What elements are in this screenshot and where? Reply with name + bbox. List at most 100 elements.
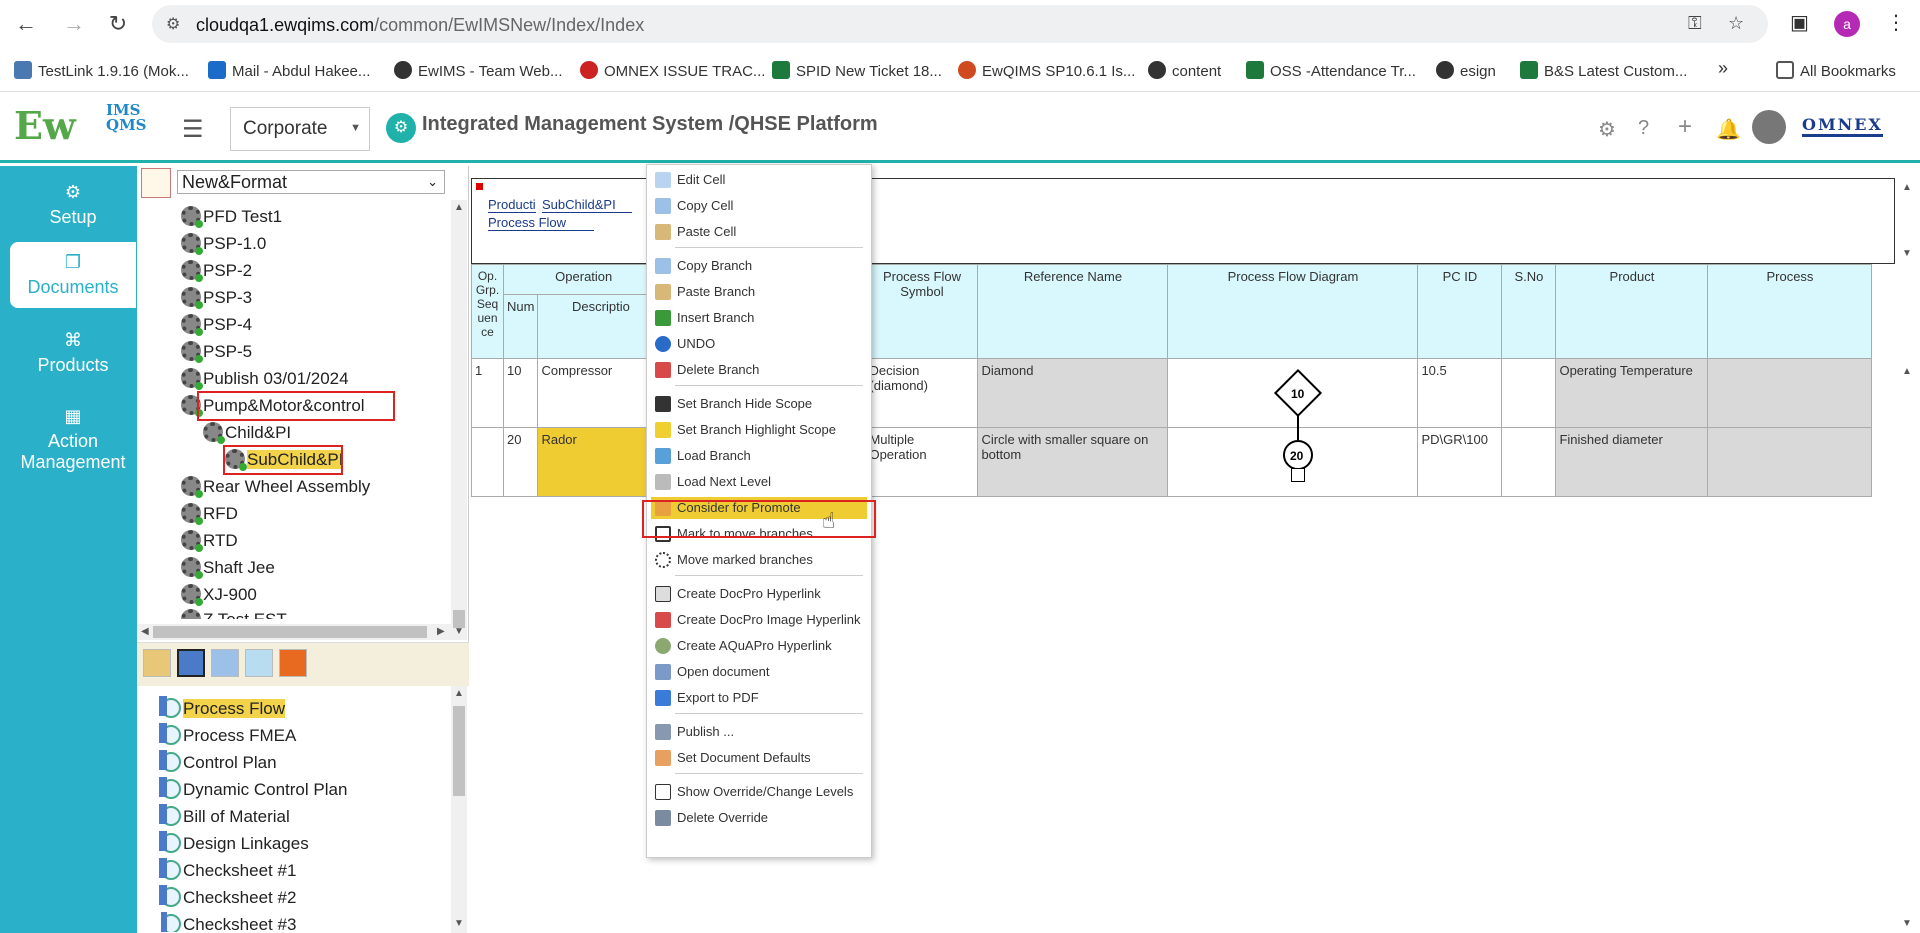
reload-icon[interactable]: ↻	[104, 10, 132, 38]
menu-item-docpro-hyperlink[interactable]: Create DocPro Hyperlink	[651, 583, 867, 605]
bookmark-bs[interactable]: B&S Latest Custom...	[1520, 61, 1687, 80]
document-type-icon[interactable]	[143, 649, 171, 677]
scroll-up-icon[interactable]: ▲	[454, 688, 464, 699]
scroll-down-icon[interactable]: ▼	[1902, 248, 1912, 259]
tree-item[interactable]: Z Test EST	[181, 609, 287, 619]
doc-item[interactable]: Process FMEA	[159, 723, 296, 749]
scroll-thumb[interactable]	[153, 626, 427, 638]
nav-products[interactable]: ⌘ Products	[10, 326, 136, 386]
tree-item[interactable]: PSP-3	[181, 285, 252, 311]
user-avatar[interactable]	[1752, 110, 1786, 144]
scroll-up-icon[interactable]: ▲	[1902, 366, 1912, 377]
header-tab-process-flow[interactable]: Process Flow	[488, 215, 594, 231]
help-icon[interactable]: ?	[1638, 117, 1649, 140]
tree-scrollbar[interactable]: ▲ ▼	[451, 200, 467, 640]
cell-sno[interactable]	[1501, 358, 1557, 428]
menu-item-override-levels[interactable]: Show Override/Change Levels	[651, 781, 867, 803]
fmea-type-icon[interactable]	[211, 649, 239, 677]
menu-item-load-branch[interactable]: Load Branch	[651, 445, 867, 467]
cell-reference[interactable]: Diamond	[977, 358, 1169, 428]
scroll-down-icon[interactable]: ▼	[454, 918, 464, 929]
bookmark-oss[interactable]: OSS -Attendance Tr...	[1246, 61, 1416, 80]
doc-item[interactable]: Dynamic Control Plan	[159, 777, 347, 803]
site-info-icon[interactable]: ⚙	[166, 14, 180, 34]
tree-item[interactable]: RTD	[181, 528, 238, 554]
bookmark-ewqims[interactable]: EwQIMS SP10.6.1 Is...	[958, 61, 1135, 80]
bookmark-content[interactable]: content	[1148, 61, 1221, 80]
grid-scrollbar[interactable]: ▲ ▼	[1899, 362, 1915, 933]
forward-icon[interactable]: →	[60, 10, 88, 38]
tree-item[interactable]: PSP-5	[181, 339, 252, 365]
menu-icon[interactable]: ⋮	[1886, 10, 1906, 35]
cell-pcid[interactable]: 10.5	[1417, 358, 1503, 428]
doc-item[interactable]: Bill of Material	[159, 804, 290, 830]
scroll-right-icon[interactable]: ▶	[437, 626, 445, 637]
cell-pcid[interactable]: PD\GR\100	[1417, 427, 1503, 497]
header-tab-product[interactable]: Producti	[488, 197, 536, 213]
tree-hscrollbar[interactable]: ◀ ▶	[137, 624, 451, 640]
doc-item[interactable]: Checksheet #1	[159, 858, 296, 884]
more-bookmarks-icon[interactable]: »	[1718, 58, 1728, 79]
doc-item[interactable]: Checksheet #2	[159, 885, 296, 911]
cell-num[interactable]: 10	[502, 358, 539, 428]
bookmark-esign[interactable]: esign	[1436, 61, 1496, 80]
header-scrollbar[interactable]: ▲ ▼	[1899, 178, 1915, 264]
menu-item-highlight-scope[interactable]: Set Branch Highlight Scope	[651, 419, 867, 441]
scroll-up-icon[interactable]: ▲	[1902, 182, 1912, 193]
scroll-left-icon[interactable]: ◀	[141, 626, 149, 637]
bookmark-ewims[interactable]: EwIMS - Team Web...	[394, 61, 563, 80]
menu-item-load-next-level[interactable]: Load Next Level	[651, 471, 867, 493]
nav-setup[interactable]: ⚙ Setup	[10, 174, 136, 238]
scroll-down-icon[interactable]: ▼	[1902, 918, 1912, 929]
tree-item[interactable]: Publish 03/01/2024	[181, 366, 349, 392]
settings-icon[interactable]: ⚙	[1598, 117, 1616, 142]
url-text[interactable]: cloudqa1.ewqims.com/common/EwIMSNew/Inde…	[196, 15, 644, 36]
cell-symbol[interactable]: Multiple Operation	[865, 427, 979, 497]
all-bookmarks[interactable]: All Bookmarks	[1776, 61, 1896, 80]
menu-item-copy-cell[interactable]: Copy Cell	[651, 195, 867, 217]
tree-item[interactable]: PSP-2	[181, 258, 252, 284]
tree-item[interactable]: RFD	[181, 501, 238, 527]
menu-item-move-marked[interactable]: Move marked branches	[651, 549, 867, 571]
control-plan-type-icon[interactable]	[245, 649, 273, 677]
menu-item-delete-override[interactable]: Delete Override	[651, 807, 867, 829]
menu-item-copy-branch[interactable]: Copy Branch	[651, 255, 867, 277]
tree-item[interactable]: PSP-1.0	[181, 231, 266, 257]
tree-item[interactable]: PFD Test1	[181, 204, 282, 230]
cell-reference[interactable]: Circle with smaller square on bottom	[977, 427, 1169, 497]
menu-item-publish[interactable]: Publish ...	[651, 721, 867, 743]
scroll-up-icon[interactable]: ▲	[454, 202, 464, 213]
menu-item-docpro-image-hyperlink[interactable]: Create DocPro Image Hyperlink	[651, 609, 867, 631]
menu-item-aquapro-hyperlink[interactable]: Create AQuAPro Hyperlink	[651, 635, 867, 657]
profile-avatar[interactable]: a	[1834, 11, 1860, 37]
menu-item-paste-branch[interactable]: Paste Branch	[651, 281, 867, 303]
menu-item-document-defaults[interactable]: Set Document Defaults	[651, 747, 867, 769]
documents-scrollbar[interactable]: ▲ ▼	[451, 686, 467, 933]
doc-item[interactable]: Checksheet #3	[161, 912, 296, 932]
process-flow-type-icon[interactable]	[177, 649, 205, 677]
nav-action-management[interactable]: ▦ Action Management	[10, 402, 136, 482]
address-bar[interactable]: ⚙ cloudqa1.ewqims.com/common/EwIMSNew/In…	[152, 5, 1768, 43]
bookmark-omnex-issue[interactable]: OMNEX ISSUE TRAC...	[580, 61, 765, 80]
cell-seq[interactable]: 1	[471, 358, 504, 428]
bookmark-mail[interactable]: Mail - Abdul Hakee...	[208, 61, 370, 80]
cell-symbol[interactable]: Decision (diamond)	[865, 358, 979, 428]
tree-item[interactable]: XJ-900	[181, 582, 257, 608]
tree-item-child-pi[interactable]: Child&PI	[203, 420, 291, 446]
key-icon[interactable]: ⚿	[1688, 13, 1702, 34]
cell-process[interactable]	[1707, 427, 1873, 497]
tree-item[interactable]: PSP-4	[181, 312, 252, 338]
nav-documents[interactable]: ❐ Documents	[10, 242, 136, 308]
tree-item[interactable]: Rear Wheel Assembly	[181, 474, 370, 500]
cell-process[interactable]	[1707, 358, 1873, 428]
cell-num[interactable]: 20	[502, 427, 539, 497]
bookmark-testlink[interactable]: TestLink 1.9.16 (Mok...	[14, 61, 189, 80]
scroll-down-icon[interactable]: ▼	[454, 626, 464, 637]
menu-item-paste-cell[interactable]: Paste Cell	[651, 221, 867, 243]
menu-item-export-pdf[interactable]: Export to PDF	[651, 687, 867, 709]
add-icon[interactable]: +	[1678, 113, 1692, 141]
menu-item-edit-cell[interactable]: Edit Cell	[651, 169, 867, 191]
menu-item-insert-branch[interactable]: Insert Branch	[651, 307, 867, 329]
hamburger-menu-icon[interactable]: ☰	[182, 115, 204, 144]
menu-item-delete-branch[interactable]: Delete Branch	[651, 359, 867, 381]
